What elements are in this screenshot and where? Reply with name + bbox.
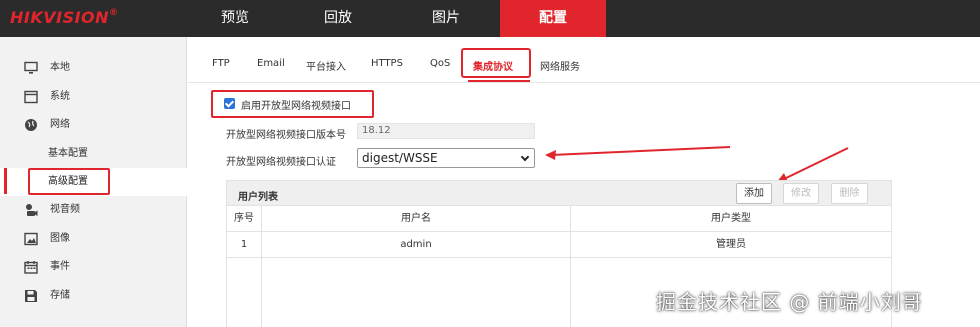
column-header-type: 用户类型 — [571, 206, 891, 232]
column-header-index: 序号 — [227, 206, 261, 232]
watermark-text: 掘金技术社区 @ 前端小刘哥 — [656, 290, 923, 314]
delete-user-button[interactable]: 删除 — [831, 183, 868, 204]
modify-user-button[interactable]: 修改 — [783, 183, 819, 204]
table-cell-username[interactable]: admin — [262, 232, 570, 258]
table-cell-index[interactable]: 1 — [227, 232, 261, 258]
table-cell-type[interactable]: 管理员 — [571, 232, 891, 258]
column-header-username: 用户名 — [262, 206, 570, 232]
user-list-title: 用户列表 — [238, 192, 278, 203]
add-user-button[interactable]: 添加 — [736, 183, 772, 204]
